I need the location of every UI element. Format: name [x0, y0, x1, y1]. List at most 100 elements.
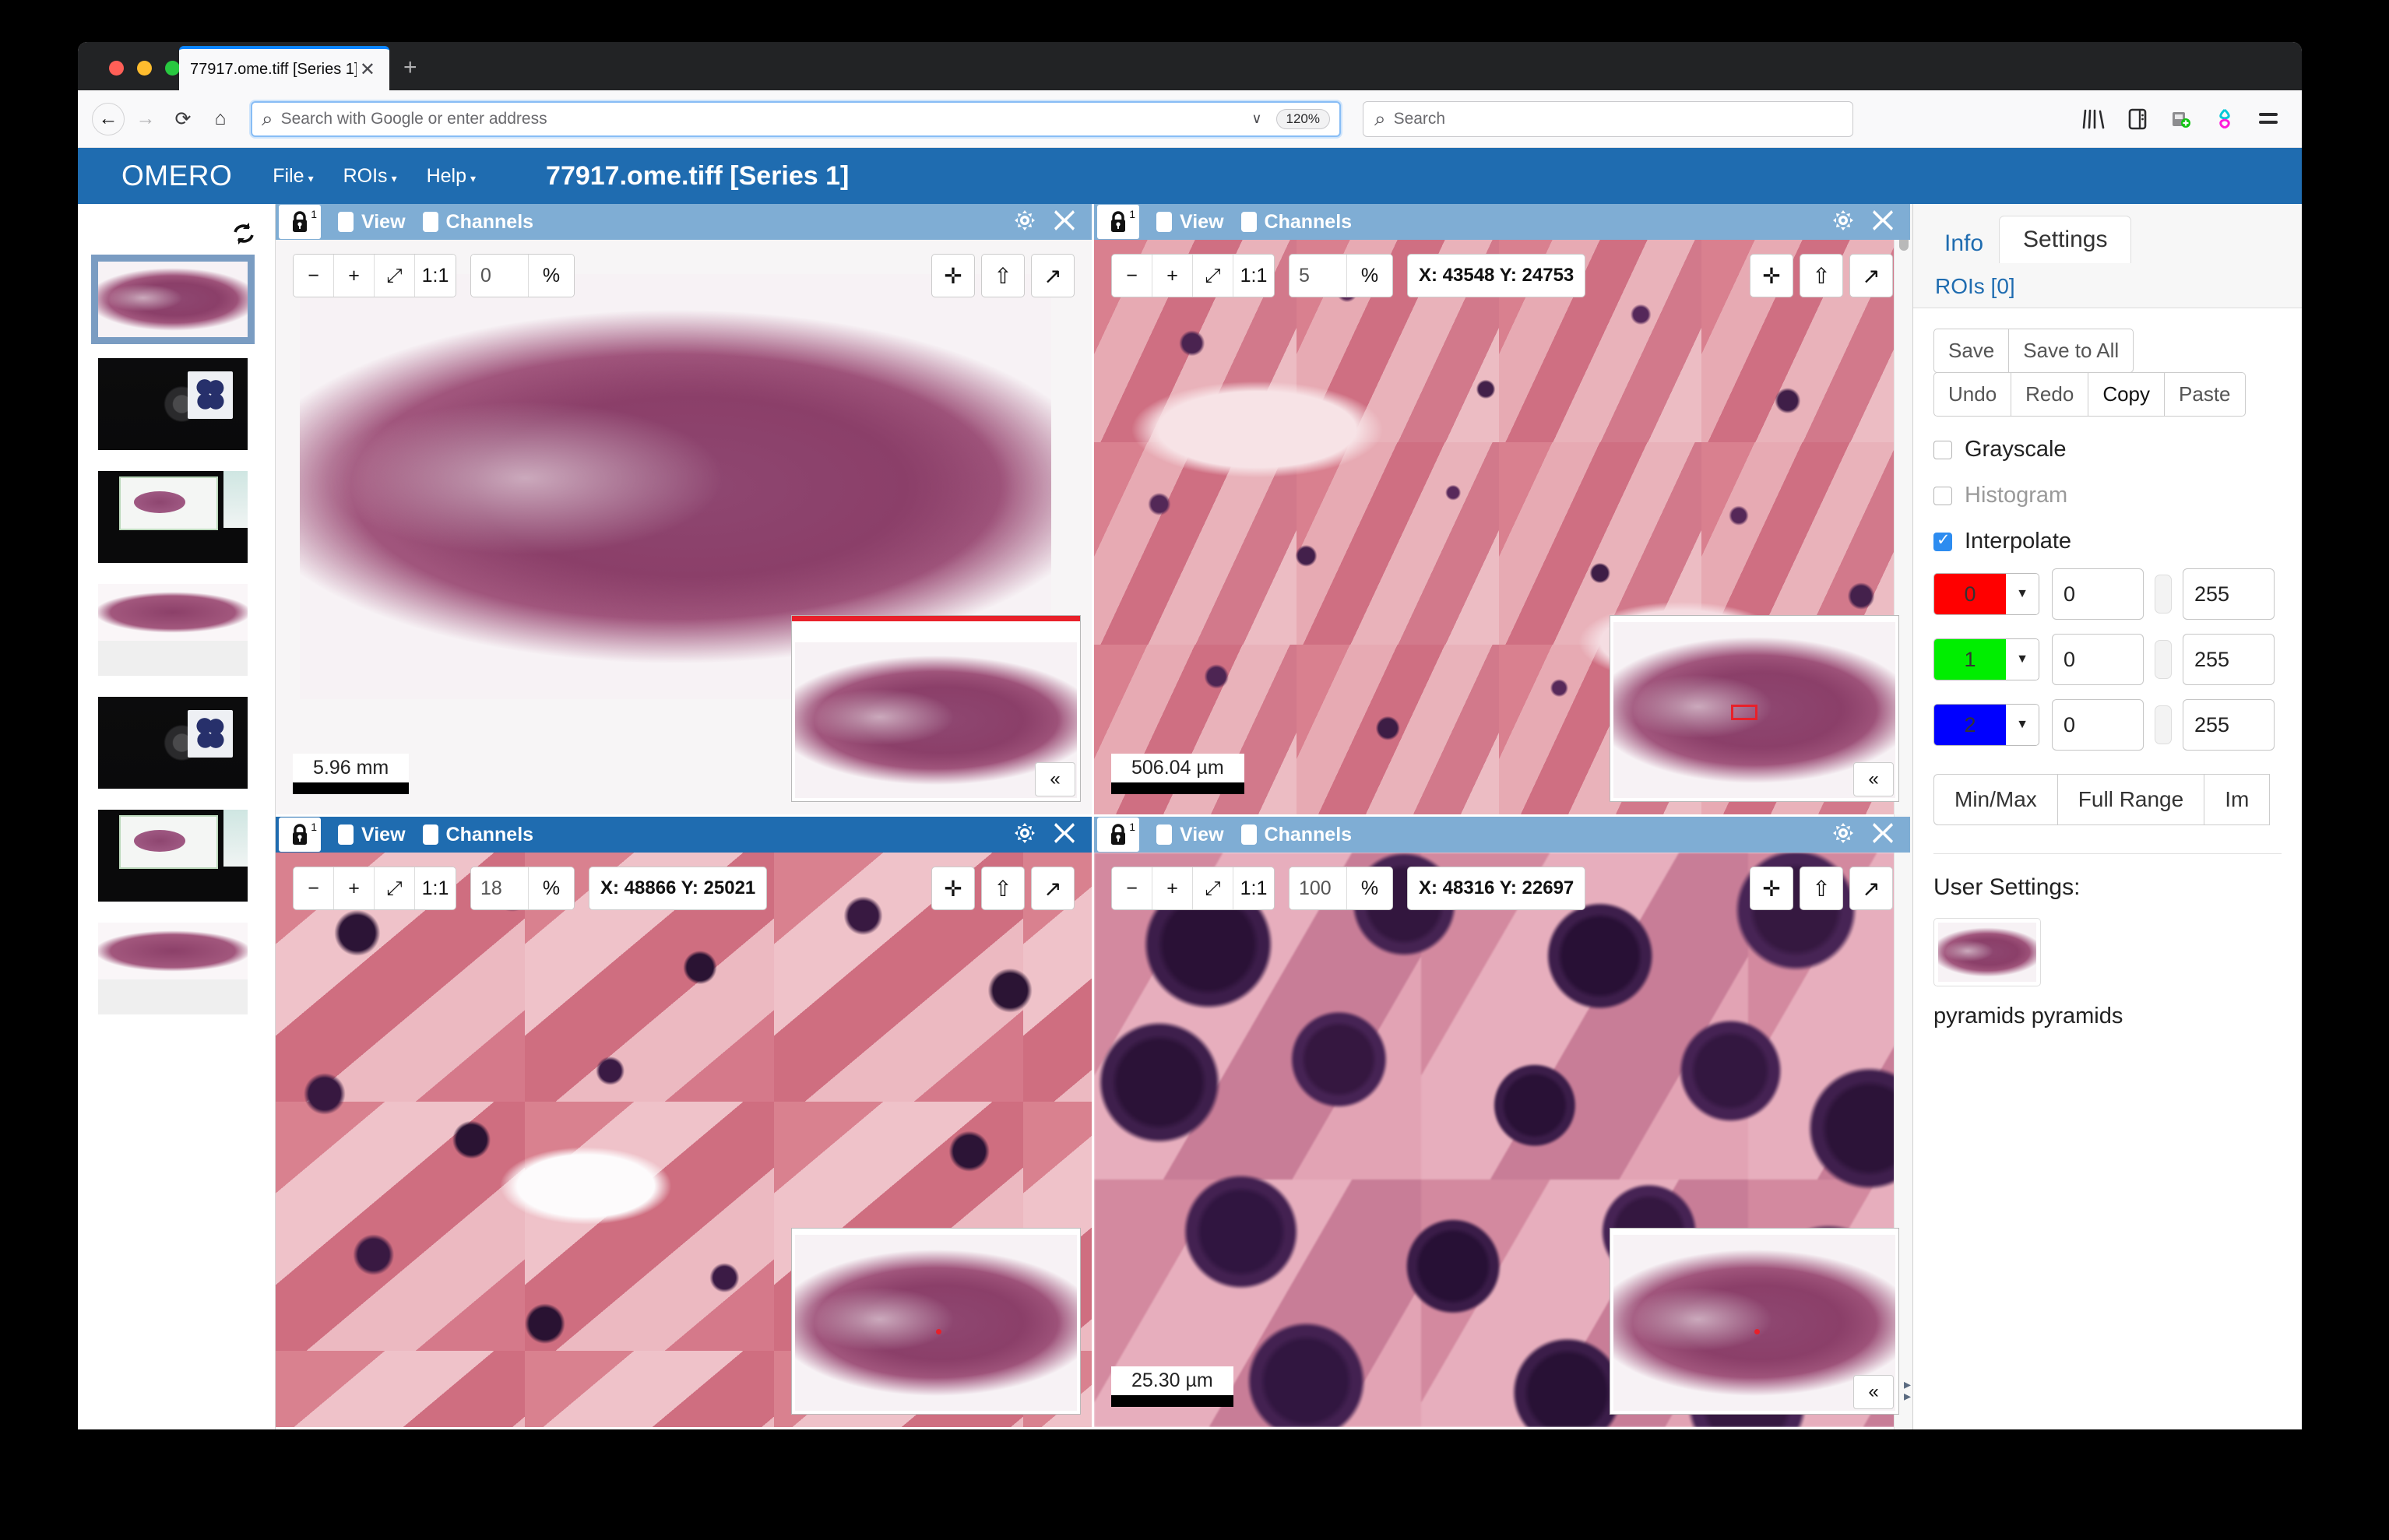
zoom-out-button[interactable]: −: [1112, 867, 1152, 909]
browser-tab[interactable]: 77917.ome.tiff [Series 1] ✕: [179, 46, 389, 90]
lock-icon[interactable]: 1: [1097, 205, 1139, 239]
channel-0-min-input[interactable]: 0: [2052, 568, 2144, 620]
zoom-in-button[interactable]: +: [1152, 255, 1193, 297]
zoom-percent-field[interactable]: 5 %: [1289, 254, 1393, 297]
one-to-one-button[interactable]: 1:1: [1233, 867, 1274, 909]
imported-button[interactable]: Im: [2204, 774, 2271, 825]
list-item[interactable]: [91, 255, 255, 344]
zoom-input[interactable]: 100: [1289, 867, 1347, 909]
list-item[interactable]: [98, 471, 248, 563]
zoom-level-badge[interactable]: 120%: [1275, 108, 1330, 129]
gear-icon[interactable]: [1012, 821, 1037, 849]
address-bar[interactable]: ⌕ Search with Google or enter address ∨ …: [251, 100, 1341, 137]
expand-icon[interactable]: ↗: [1031, 867, 1075, 910]
rois-link[interactable]: ROIs [0]: [1933, 263, 2282, 299]
list-item[interactable]: [98, 584, 248, 676]
expand-icon[interactable]: ↗: [1849, 254, 1893, 297]
minimize-window-button[interactable]: [137, 61, 152, 76]
view-label[interactable]: View: [361, 824, 406, 846]
view-checkbox[interactable]: [1156, 824, 1172, 845]
redo-button[interactable]: Redo: [2011, 372, 2089, 417]
viewer-4-minimap[interactable]: «: [1610, 1228, 1899, 1415]
list-item[interactable]: [98, 358, 248, 450]
menu-help[interactable]: Help ▾: [427, 165, 476, 188]
gear-icon[interactable]: [1012, 208, 1037, 237]
fit-to-window-button[interactable]: ⤢: [375, 255, 415, 297]
min-max-button[interactable]: Min/Max: [1933, 774, 2058, 825]
account-icon[interactable]: [2211, 106, 2238, 132]
zoom-out-button[interactable]: −: [1112, 255, 1152, 297]
maximize-window-button[interactable]: [165, 61, 180, 76]
up-arrow-icon[interactable]: ⇧: [981, 867, 1025, 910]
interpolate-row[interactable]: Interpolate: [1933, 529, 2282, 554]
zoom-in-button[interactable]: +: [334, 255, 375, 297]
up-arrow-icon[interactable]: ⇧: [1800, 867, 1843, 910]
channels-label[interactable]: Channels: [1265, 211, 1353, 234]
crosshair-icon[interactable]: ✛: [1750, 867, 1793, 910]
zoom-input[interactable]: 5: [1289, 255, 1347, 297]
view-label[interactable]: View: [1180, 824, 1224, 846]
histogram-row[interactable]: Histogram: [1933, 483, 2282, 508]
view-label[interactable]: View: [361, 211, 406, 234]
back-icon[interactable]: ←: [92, 102, 125, 135]
one-to-one-button[interactable]: 1:1: [1233, 255, 1274, 297]
view-checkbox[interactable]: [338, 212, 354, 232]
channel-1-color-swatch[interactable]: 1: [1934, 639, 2006, 680]
home-icon[interactable]: ⌂: [204, 103, 237, 135]
browser-menu-icon[interactable]: [2255, 106, 2282, 132]
channel-2-min-input[interactable]: 0: [2052, 699, 2144, 751]
view-label[interactable]: View: [1180, 211, 1224, 234]
channel-0-selector[interactable]: 0 ▼: [1933, 573, 2039, 615]
new-tab-icon[interactable]: +: [403, 56, 417, 79]
gear-icon[interactable]: [1831, 208, 1856, 237]
zoom-input[interactable]: 18: [471, 867, 529, 909]
save-to-all-button[interactable]: Save to All: [2008, 329, 2134, 373]
channel-1-max-input[interactable]: 255: [2183, 634, 2275, 685]
forward-icon[interactable]: →: [129, 103, 162, 135]
grayscale-checkbox[interactable]: [1933, 440, 1952, 459]
gear-icon[interactable]: [1831, 821, 1856, 849]
library-icon[interactable]: [2081, 106, 2107, 132]
lock-icon[interactable]: 1: [1097, 817, 1139, 852]
fit-to-window-button[interactable]: ⤢: [375, 867, 415, 909]
chevron-down-icon[interactable]: ▼: [2006, 574, 2039, 614]
chevron-down-icon[interactable]: ▼: [2006, 639, 2039, 680]
save-button[interactable]: Save: [1933, 329, 2010, 373]
user-settings-thumbnail[interactable]: [1933, 918, 2041, 986]
undo-button[interactable]: Undo: [1933, 372, 2012, 417]
sidebar-icon[interactable]: [2124, 106, 2151, 132]
omero-brand[interactable]: OMERO: [121, 160, 232, 192]
search-bar[interactable]: ⌕ Search: [1363, 100, 1853, 137]
one-to-one-button[interactable]: 1:1: [415, 867, 456, 909]
channel-2-slider[interactable]: [2155, 705, 2172, 744]
minimap-collapse-button[interactable]: «: [1853, 1375, 1894, 1409]
viewer-2-minimap[interactable]: «: [1610, 615, 1899, 802]
chevron-down-icon[interactable]: ∨: [1245, 111, 1268, 127]
one-to-one-button[interactable]: 1:1: [415, 255, 456, 297]
list-item[interactable]: [98, 923, 248, 1014]
channels-checkbox[interactable]: [1240, 824, 1257, 845]
close-icon[interactable]: [1051, 207, 1078, 237]
channels-checkbox[interactable]: [422, 212, 438, 232]
viewer-1-minimap[interactable]: «: [791, 615, 1081, 802]
view-checkbox[interactable]: [338, 824, 354, 845]
channels-checkbox[interactable]: [422, 824, 438, 845]
view-checkbox[interactable]: [1156, 212, 1172, 232]
copy-button[interactable]: Copy: [2088, 372, 2166, 417]
list-item[interactable]: [98, 810, 248, 902]
minimap-collapse-button[interactable]: «: [1853, 762, 1894, 796]
fit-to-window-button[interactable]: ⤢: [1193, 867, 1233, 909]
reload-icon[interactable]: ⟳: [167, 103, 199, 135]
channel-1-slider[interactable]: [2155, 640, 2172, 679]
tab-info[interactable]: Info: [1933, 224, 1994, 263]
zoom-out-button[interactable]: −: [294, 255, 334, 297]
pocket-icon[interactable]: [2168, 106, 2194, 132]
zoom-percent-field[interactable]: 100 %: [1289, 867, 1393, 910]
histogram-checkbox[interactable]: [1933, 486, 1952, 505]
close-icon[interactable]: [1870, 820, 1896, 850]
expand-icon[interactable]: ↗: [1031, 254, 1075, 297]
channel-1-min-input[interactable]: 0: [2052, 634, 2144, 685]
channels-label[interactable]: Channels: [1265, 824, 1353, 846]
close-icon[interactable]: [1051, 820, 1078, 850]
channel-2-max-input[interactable]: 255: [2183, 699, 2275, 751]
